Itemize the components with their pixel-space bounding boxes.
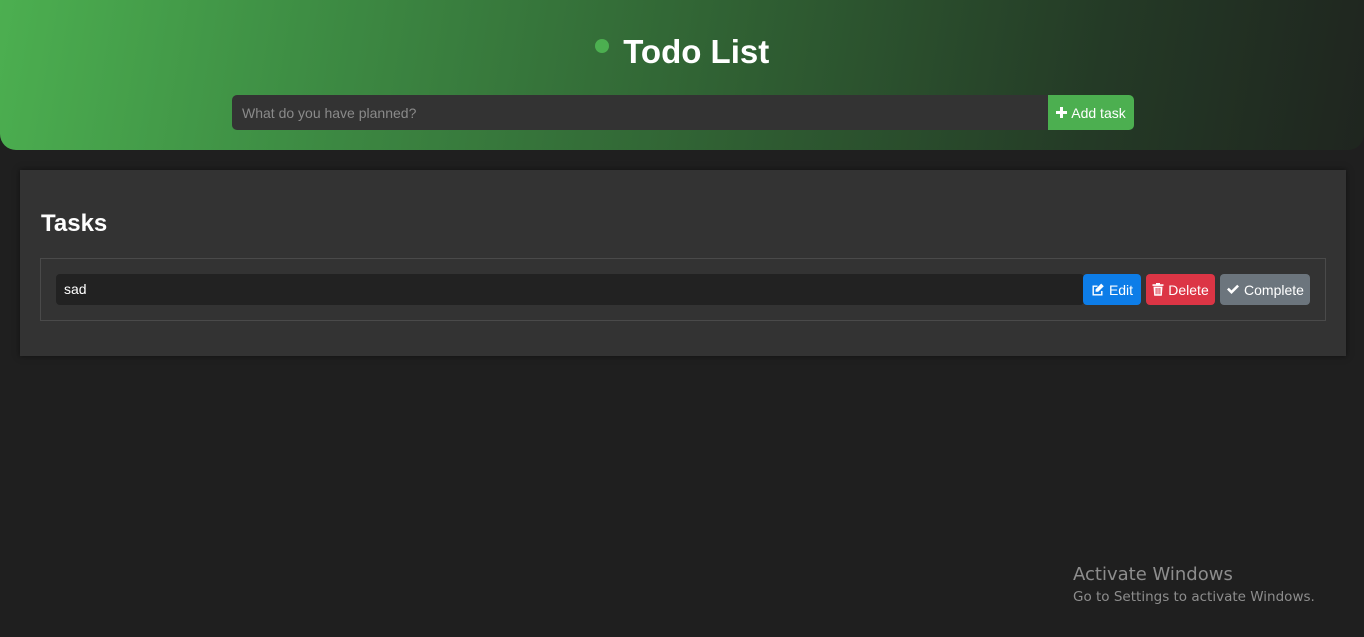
- complete-button[interactable]: Complete: [1220, 274, 1310, 305]
- edit-button[interactable]: Edit: [1083, 274, 1141, 305]
- page-title: Todo List: [623, 33, 770, 70]
- tasks-panel: Tasks sad Edit Delete Complete: [20, 170, 1346, 356]
- delete-button[interactable]: Delete: [1146, 274, 1215, 305]
- app-header: Todo List Add task: [0, 0, 1364, 150]
- status-dot-icon: [594, 39, 609, 53]
- add-task-label: Add task: [1071, 104, 1126, 121]
- watermark-subtitle: Go to Settings to activate Windows.: [1073, 589, 1315, 605]
- title-wrap: Todo List: [0, 30, 1364, 74]
- edit-label: Edit: [1108, 281, 1134, 298]
- task-input[interactable]: [232, 95, 1048, 130]
- tasks-heading: Tasks: [41, 210, 108, 237]
- plus-icon: [1056, 107, 1068, 118]
- task-text: sad: [56, 274, 1084, 305]
- trash-icon: [1152, 283, 1164, 296]
- activate-windows-watermark: Activate Windows Go to Settings to activ…: [1073, 563, 1315, 607]
- add-task-button[interactable]: Add task: [1048, 95, 1134, 130]
- add-task-form: Add task: [232, 95, 1134, 130]
- check-icon: [1226, 284, 1240, 295]
- watermark-title: Activate Windows: [1073, 564, 1233, 585]
- task-row: sad Edit Delete Complete: [40, 258, 1326, 321]
- delete-label: Delete: [1168, 281, 1209, 298]
- complete-label: Complete: [1244, 281, 1304, 298]
- edit-icon: [1091, 283, 1105, 296]
